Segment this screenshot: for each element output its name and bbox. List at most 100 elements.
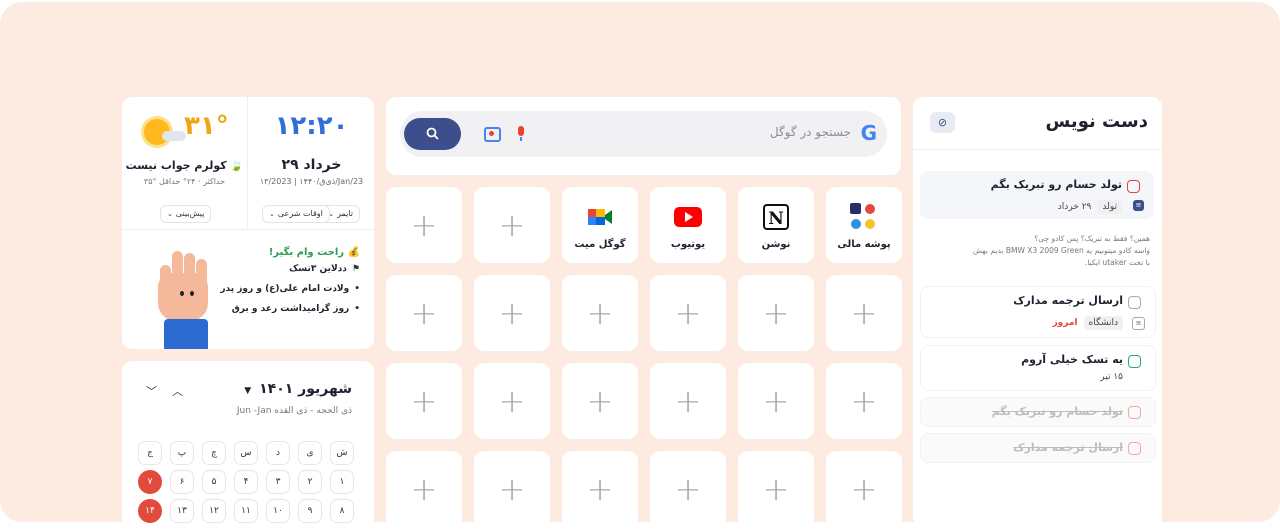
add-shortcut-button[interactable]: +	[650, 363, 726, 439]
add-shortcut-button[interactable]: +	[474, 451, 550, 527]
plus-icon: +	[410, 206, 438, 244]
event-text: ددلاین ۳تسک	[289, 264, 347, 274]
add-shortcut-button[interactable]: +	[474, 187, 550, 263]
hand-sleeve	[164, 319, 208, 349]
calendar-day-today[interactable]: ۷	[138, 470, 162, 494]
task-item[interactable]: ارسال ترجمه مدارک دانشگاه امروز ≡	[920, 286, 1156, 338]
calendar-day[interactable]: ۴	[234, 470, 258, 494]
plus-icon: +	[498, 382, 526, 420]
add-shortcut-button[interactable]: +	[386, 187, 462, 263]
youtube-icon	[674, 207, 702, 227]
loan-promo[interactable]: 💰 راحت وام بگیر!	[220, 247, 360, 258]
divider	[247, 97, 248, 229]
shortcut-google-meet[interactable]: گوگل میت	[562, 187, 638, 263]
add-shortcut-button[interactable]: +	[562, 451, 638, 527]
plus-icon: +	[586, 294, 614, 332]
calendar-day[interactable]: ۱	[330, 470, 354, 494]
add-shortcut-button[interactable]: +	[826, 275, 902, 351]
add-shortcut-button[interactable]: +	[738, 363, 814, 439]
task-item[interactable]: یه تسک خیلی آروم ۱۵ تیر	[920, 345, 1156, 391]
waving-hand-illustration	[152, 251, 212, 349]
calendar-day[interactable]: ۹	[298, 499, 322, 523]
calendar-day[interactable]: ۵	[202, 470, 226, 494]
add-shortcut-button[interactable]: +	[650, 275, 726, 351]
description-line: واسه کادو میتونیم یه BMW X3 2009 Green ب…	[972, 246, 1150, 255]
task-item[interactable]: تولد حسام رو تبریک بگم تولد ۲۹ خرداد ≡	[920, 171, 1154, 219]
camera-search-icon[interactable]	[484, 127, 501, 142]
notes-widget: دست نویس ⊘ تولد حسام رو تبریک بگم تولد ۲۹…	[913, 97, 1162, 527]
add-shortcut-button[interactable]: +	[826, 363, 902, 439]
task-checkbox[interactable]	[1127, 180, 1140, 193]
task-meta: تولد ۲۹ خرداد	[1058, 200, 1122, 214]
calendar-day[interactable]: ۸	[330, 499, 354, 523]
money-bag-icon: 💰	[347, 247, 360, 258]
calendar-day[interactable]: ۱۰	[266, 499, 290, 523]
bullet-icon: •	[354, 284, 360, 294]
task-item-done[interactable]: ارسال ترجمه مدارک	[920, 433, 1156, 463]
weather-text: کولرم جواب نیست	[125, 159, 227, 172]
add-shortcut-button[interactable]: +	[474, 275, 550, 351]
add-shortcut-button[interactable]: +	[386, 275, 462, 351]
add-shortcut-button[interactable]: +	[562, 363, 638, 439]
task-checkbox[interactable]	[1128, 296, 1141, 309]
add-shortcut-button[interactable]: +	[386, 451, 462, 527]
calendar-month-select[interactable]: شهریور ۱۴۰۱ ▼	[244, 381, 352, 397]
plus-icon: +	[762, 382, 790, 420]
task-checkbox[interactable]	[1128, 355, 1141, 368]
chevron-up-icon[interactable]: ︿	[172, 383, 183, 399]
microphone-icon[interactable]	[518, 126, 524, 141]
add-shortcut-button[interactable]: +	[562, 275, 638, 351]
shortcut-finance-folder[interactable]: پوشه مالی	[826, 187, 902, 263]
clock-date: ۲۹ خرداد	[281, 157, 342, 173]
list-item: • ولادت امام علی(ع) و روز پدر	[220, 284, 360, 294]
task-checkbox-checked[interactable]	[1128, 406, 1141, 419]
calendar-day[interactable]: ۶	[170, 470, 194, 494]
note-icon: ≡	[1133, 200, 1144, 211]
add-shortcut-button[interactable]: +	[650, 451, 726, 527]
prayer-times-label: اوقات شرعی	[277, 209, 323, 218]
plus-icon: +	[586, 470, 614, 508]
hand-eye	[190, 291, 194, 296]
calendar-day[interactable]: ۳	[266, 470, 290, 494]
hand-palm	[158, 273, 208, 321]
plus-icon: +	[674, 382, 702, 420]
task-item-done[interactable]: تولد حسام رو تبریک بگم	[920, 397, 1156, 427]
calendar-day[interactable]: ۱۳	[170, 499, 194, 523]
calendar-day[interactable]: ۱۲	[202, 499, 226, 523]
calendar-day[interactable]: ۱۱	[234, 499, 258, 523]
chevron-down-icon: ⌄	[269, 210, 275, 218]
add-shortcut-button[interactable]: +	[738, 275, 814, 351]
search-button[interactable]	[404, 118, 461, 150]
task-meta: دانشگاه امروز	[1052, 316, 1123, 330]
add-shortcut-button[interactable]: +	[826, 451, 902, 527]
forecast-button[interactable]: ⌄ پیش‌بینی	[160, 205, 212, 223]
plus-icon: +	[498, 470, 526, 508]
divider	[913, 149, 1162, 150]
calendar-day[interactable]: ۲	[298, 470, 322, 494]
shortcut-notion[interactable]: N نوشن	[738, 187, 814, 263]
chevron-down-icon[interactable]: ﹀	[146, 383, 157, 399]
weekday-label: ی	[298, 441, 322, 465]
weekday-label: ج	[138, 441, 162, 465]
task-title: ارسال ترجمه مدارک	[1013, 441, 1123, 454]
caret-down-icon: ▼	[244, 386, 252, 396]
task-title: تولد حسام رو تبریک بگم	[990, 178, 1122, 191]
search-input[interactable]: جستجو در گوگل G	[400, 111, 887, 157]
shortcut-youtube[interactable]: یوتیوب	[650, 187, 726, 263]
list-item: • روز گرامیداشت رعد و برق	[220, 304, 360, 314]
calendar-day-holiday[interactable]: ۱۴	[138, 499, 162, 523]
eye-off-icon[interactable]: ⊘	[930, 112, 955, 133]
flag-icon: ⚑	[351, 264, 360, 274]
clock-time: ۱۲:۲۰	[274, 111, 349, 141]
prayer-times-button[interactable]: ⌄ اوقات شرعی	[262, 205, 330, 223]
add-shortcut-button[interactable]: +	[474, 363, 550, 439]
add-shortcut-button[interactable]: +	[738, 451, 814, 527]
add-shortcut-button[interactable]: +	[386, 363, 462, 439]
task-checkbox-checked[interactable]	[1128, 442, 1141, 455]
task-date: ۲۹ خرداد	[1057, 202, 1092, 212]
plus-icon: +	[674, 294, 702, 332]
task-title: تولد حسام رو تبریک بگم	[991, 405, 1123, 418]
calendar-widget: شهریور ۱۴۰۱ ▼ ︿ ﹀ ذی الحجه - ذی القده Jun…	[122, 361, 374, 531]
forecast-label: پیش‌بینی	[175, 209, 205, 218]
plus-icon: +	[850, 382, 878, 420]
